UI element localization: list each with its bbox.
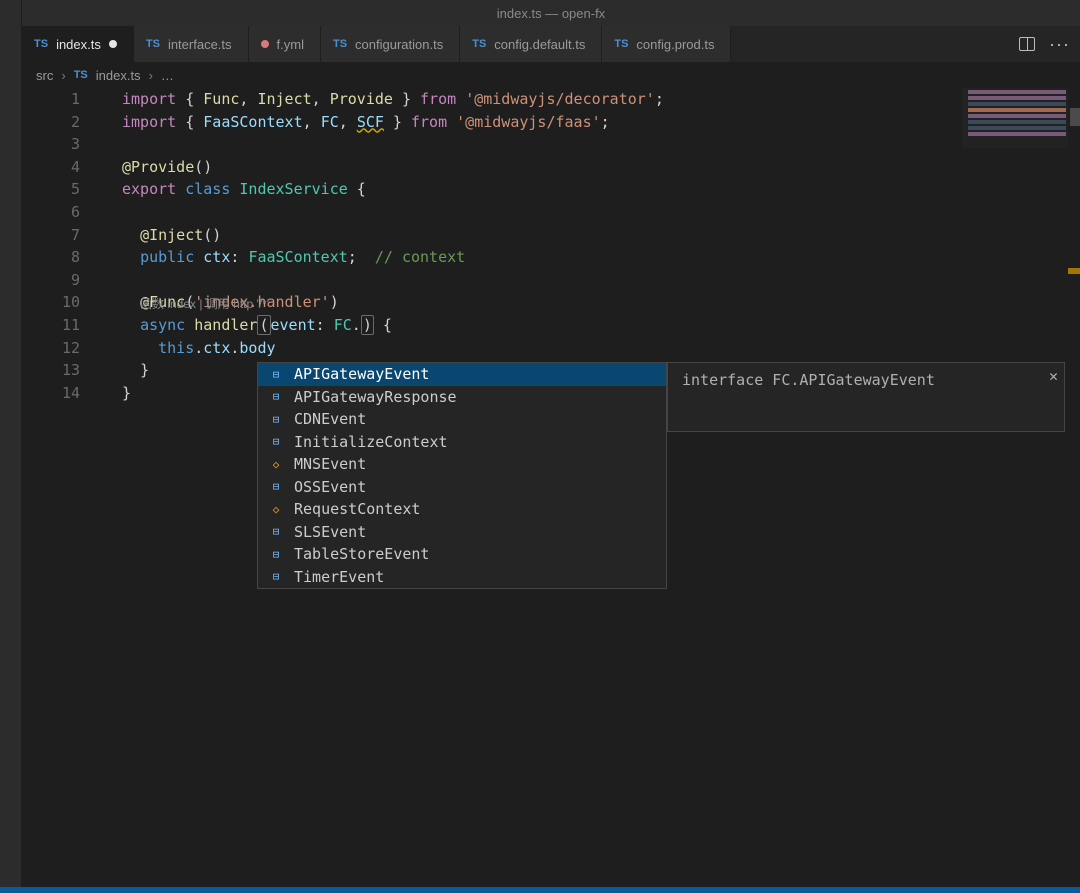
more-actions-icon[interactable]: ··· [1049, 35, 1070, 53]
line-number: 9 [22, 269, 80, 292]
tab-config-default-ts[interactable]: TS config.default.ts [460, 26, 602, 62]
class-icon: ◇ [268, 458, 284, 471]
suggest-item-label: APIGatewayResponse [294, 388, 457, 406]
yml-icon [261, 40, 269, 48]
interface-icon: ⊟ [268, 368, 284, 381]
overview-ruler[interactable] [1068, 88, 1080, 893]
line-number: 11 [22, 314, 80, 337]
window-title: index.ts — open-fx [22, 0, 1080, 26]
line-number: 8 [22, 246, 80, 269]
split-editor-icon[interactable] [1019, 37, 1035, 51]
suggest-item[interactable]: ⊟ OSSEvent [258, 476, 666, 499]
interface-icon: ⊟ [268, 390, 284, 403]
interface-icon: ⊟ [268, 525, 284, 538]
tab-label: f.yml [277, 37, 304, 52]
interface-icon: ⊟ [268, 435, 284, 448]
suggest-item-label: SLSEvent [294, 523, 366, 541]
tab-configuration-ts[interactable]: TS configuration.ts [321, 26, 460, 62]
interface-icon: ⊟ [268, 548, 284, 561]
suggest-item-label: RequestContext [294, 500, 420, 518]
suggest-item[interactable]: ⊟ APIGatewayResponse [258, 386, 666, 409]
suggest-item-label: InitializeContext [294, 433, 448, 451]
line-number: 7 [22, 224, 80, 247]
suggest-item[interactable]: ⊟ TimerEvent [258, 566, 666, 589]
suggest-item-label: OSSEvent [294, 478, 366, 496]
ts-badge-icon: TS [34, 38, 48, 50]
suggest-item-label: TableStoreEvent [294, 545, 429, 563]
suggest-item-label: CDNEvent [294, 410, 366, 428]
suggest-item[interactable]: ⊟ APIGatewayEvent [258, 363, 666, 386]
tabbar-actions: ··· [1009, 26, 1080, 62]
tab-label: index.ts [56, 37, 101, 52]
suggest-details-widget: interface FC.APIGatewayEvent ✕ [667, 362, 1065, 432]
ts-badge-icon: TS [74, 69, 88, 81]
suggest-item[interactable]: ⊟ SLSEvent [258, 521, 666, 544]
codelens-hint[interactable]: 函数 index | 调用 http '/*' [140, 293, 269, 316]
suggest-widget[interactable]: ⊟ APIGatewayEvent ⊟ APIGatewayResponse ⊟ CDNE… [257, 362, 667, 589]
interface-icon: ⊟ [268, 480, 284, 493]
suggest-item[interactable]: ⊟ TableStoreEvent [258, 543, 666, 566]
ts-badge-icon: TS [333, 38, 347, 50]
line-number: 5 [22, 178, 80, 201]
breadcrumb[interactable]: src › TS index.ts › … [22, 62, 1080, 88]
tab-label: interface.ts [168, 37, 232, 52]
breadcrumb-segment[interactable]: … [161, 68, 174, 83]
line-number: 14 [22, 382, 80, 405]
class-icon: ◇ [268, 503, 284, 516]
tab-f-yml[interactable]: f.yml [249, 26, 321, 62]
title-text: index.ts — open-fx [497, 6, 605, 21]
tab-index-ts[interactable]: TS index.ts [22, 26, 134, 62]
line-number: 12 [22, 337, 80, 360]
line-number: 3 [22, 133, 80, 156]
line-number: 13 [22, 359, 80, 382]
line-number: 10 [22, 291, 80, 314]
minimap[interactable] [962, 88, 1072, 148]
line-number-gutter: 1234567891011121314 [22, 88, 100, 404]
status-bar[interactable] [0, 887, 1080, 893]
breadcrumb-segment[interactable]: index.ts [96, 68, 141, 83]
tab-label: config.default.ts [494, 37, 585, 52]
line-number: 4 [22, 156, 80, 179]
code-content[interactable]: import { Func, Inject, Provide } from '@… [122, 88, 940, 404]
activity-bar[interactable] [0, 0, 22, 893]
line-number: 1 [22, 88, 80, 111]
ts-badge-icon: TS [146, 38, 160, 50]
line-number: 6 [22, 201, 80, 224]
ts-badge-icon: TS [614, 38, 628, 50]
suggest-item-label: MNSEvent [294, 455, 366, 473]
suggest-details-text: interface FC.APIGatewayEvent [682, 371, 935, 389]
tab-label: configuration.ts [355, 37, 443, 52]
chevron-right-icon: › [61, 68, 65, 83]
tab-config-prod-ts[interactable]: TS config.prod.ts [602, 26, 731, 62]
suggest-item-label: APIGatewayEvent [294, 365, 429, 383]
suggest-item[interactable]: ⊟ InitializeContext [258, 431, 666, 454]
chevron-right-icon: › [149, 68, 153, 83]
tab-label: config.prod.ts [636, 37, 714, 52]
breadcrumb-segment[interactable]: src [36, 68, 53, 83]
ts-badge-icon: TS [472, 38, 486, 50]
warning-marker[interactable] [1068, 268, 1080, 274]
scrollbar-thumb[interactable] [1070, 108, 1080, 126]
close-icon[interactable]: ✕ [1049, 367, 1058, 385]
suggest-item[interactable]: ⊟ CDNEvent [258, 408, 666, 431]
suggest-item-label: TimerEvent [294, 568, 384, 586]
interface-icon: ⊟ [268, 570, 284, 583]
suggest-item[interactable]: ◇ RequestContext [258, 498, 666, 521]
tab-bar: TS index.ts TS interface.ts f.yml TS configura… [22, 26, 1080, 62]
line-number: 2 [22, 111, 80, 134]
dirty-indicator-icon [109, 40, 117, 48]
tab-interface-ts[interactable]: TS interface.ts [134, 26, 249, 62]
interface-icon: ⊟ [268, 413, 284, 426]
suggest-item[interactable]: ◇ MNSEvent [258, 453, 666, 476]
